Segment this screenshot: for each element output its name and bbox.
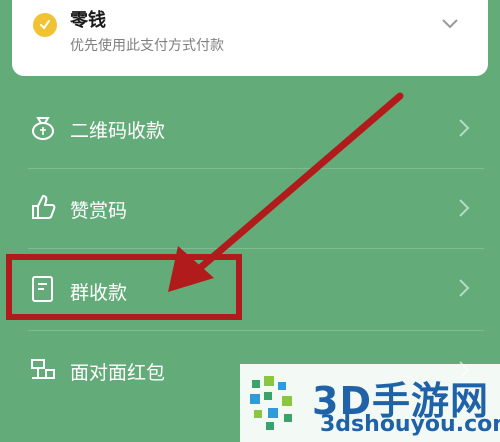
watermark-url: 3dshouyou.com (320, 412, 500, 437)
watermark-logo (250, 376, 292, 430)
watermark: 3D手游网 3dshouyou.com (240, 364, 500, 442)
